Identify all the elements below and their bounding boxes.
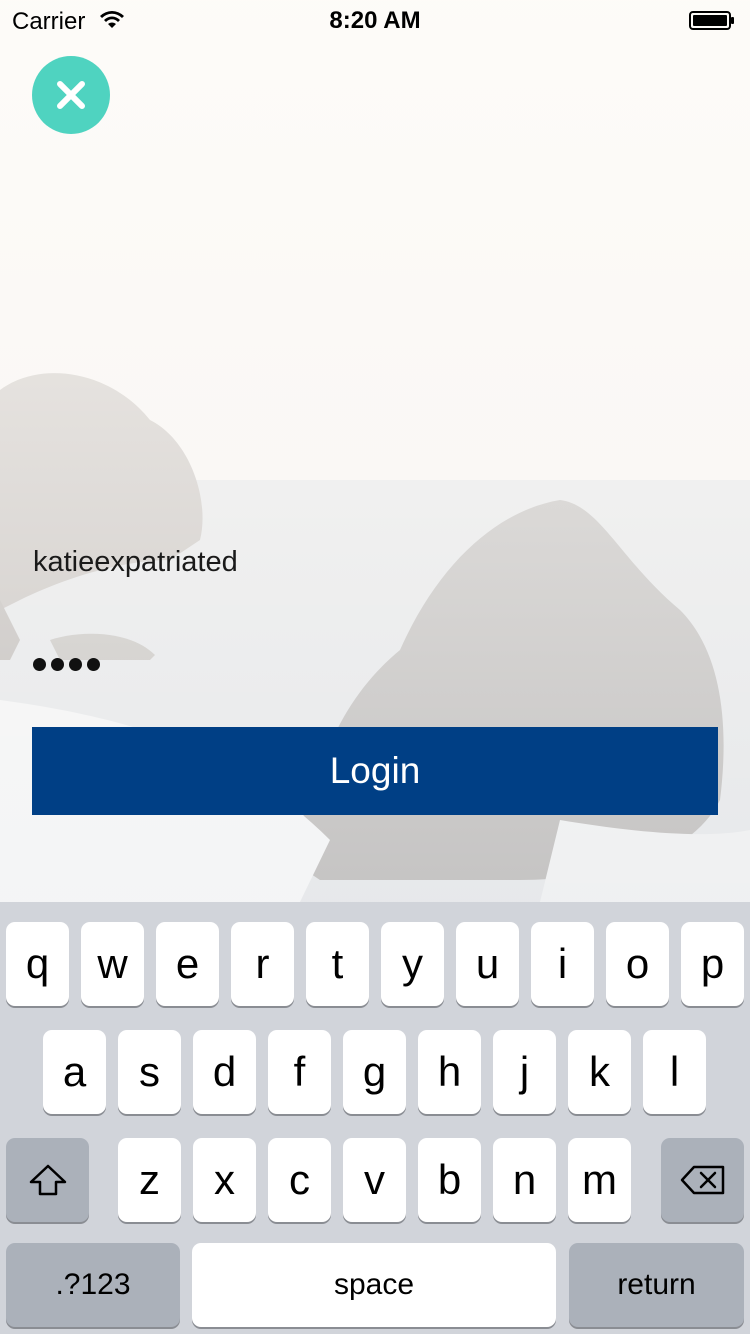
key-y[interactable]: y [381, 922, 444, 1006]
password-dot [33, 658, 46, 671]
key-m[interactable]: m [568, 1138, 631, 1222]
key-x[interactable]: x [193, 1138, 256, 1222]
password-dot [51, 658, 64, 671]
close-button[interactable] [32, 56, 110, 134]
key-n[interactable]: n [493, 1138, 556, 1222]
key-d[interactable]: d [193, 1030, 256, 1114]
username-field[interactable]: katieexpatriated [33, 546, 238, 579]
key-p[interactable]: p [681, 922, 744, 1006]
numbers-key[interactable]: .?123 [6, 1243, 180, 1327]
key-e[interactable]: e [156, 922, 219, 1006]
key-k[interactable]: k [568, 1030, 631, 1114]
key-q[interactable]: q [6, 922, 69, 1006]
close-icon [57, 81, 85, 109]
login-button[interactable]: Login [32, 727, 718, 815]
battery-icon [689, 11, 735, 30]
password-field[interactable] [33, 658, 100, 671]
key-v[interactable]: v [343, 1138, 406, 1222]
key-h[interactable]: h [418, 1030, 481, 1114]
password-dot [87, 658, 100, 671]
status-bar: Carrier 8:20 AM [0, 0, 750, 40]
delete-key[interactable] [661, 1138, 744, 1222]
key-z[interactable]: z [118, 1138, 181, 1222]
key-o[interactable]: o [606, 922, 669, 1006]
status-time: 8:20 AM [329, 7, 421, 34]
key-j[interactable]: j [493, 1030, 556, 1114]
key-a[interactable]: a [43, 1030, 106, 1114]
password-dot [69, 658, 82, 671]
key-s[interactable]: s [118, 1030, 181, 1114]
key-c[interactable]: c [268, 1138, 331, 1222]
key-t[interactable]: t [306, 922, 369, 1006]
return-key[interactable]: return [569, 1243, 744, 1327]
key-r[interactable]: r [231, 922, 294, 1006]
key-g[interactable]: g [343, 1030, 406, 1114]
delete-icon [680, 1165, 724, 1195]
key-b[interactable]: b [418, 1138, 481, 1222]
key-f[interactable]: f [268, 1030, 331, 1114]
key-u[interactable]: u [456, 922, 519, 1006]
shift-icon [29, 1164, 66, 1196]
shift-key[interactable] [6, 1138, 89, 1222]
key-i[interactable]: i [531, 922, 594, 1006]
key-w[interactable]: w [81, 922, 144, 1006]
key-l[interactable]: l [643, 1030, 706, 1114]
space-key[interactable]: space [192, 1243, 556, 1327]
keyboard: qwertyuiop asdfghjkl zxcvbnm .?123 space… [0, 902, 750, 1334]
